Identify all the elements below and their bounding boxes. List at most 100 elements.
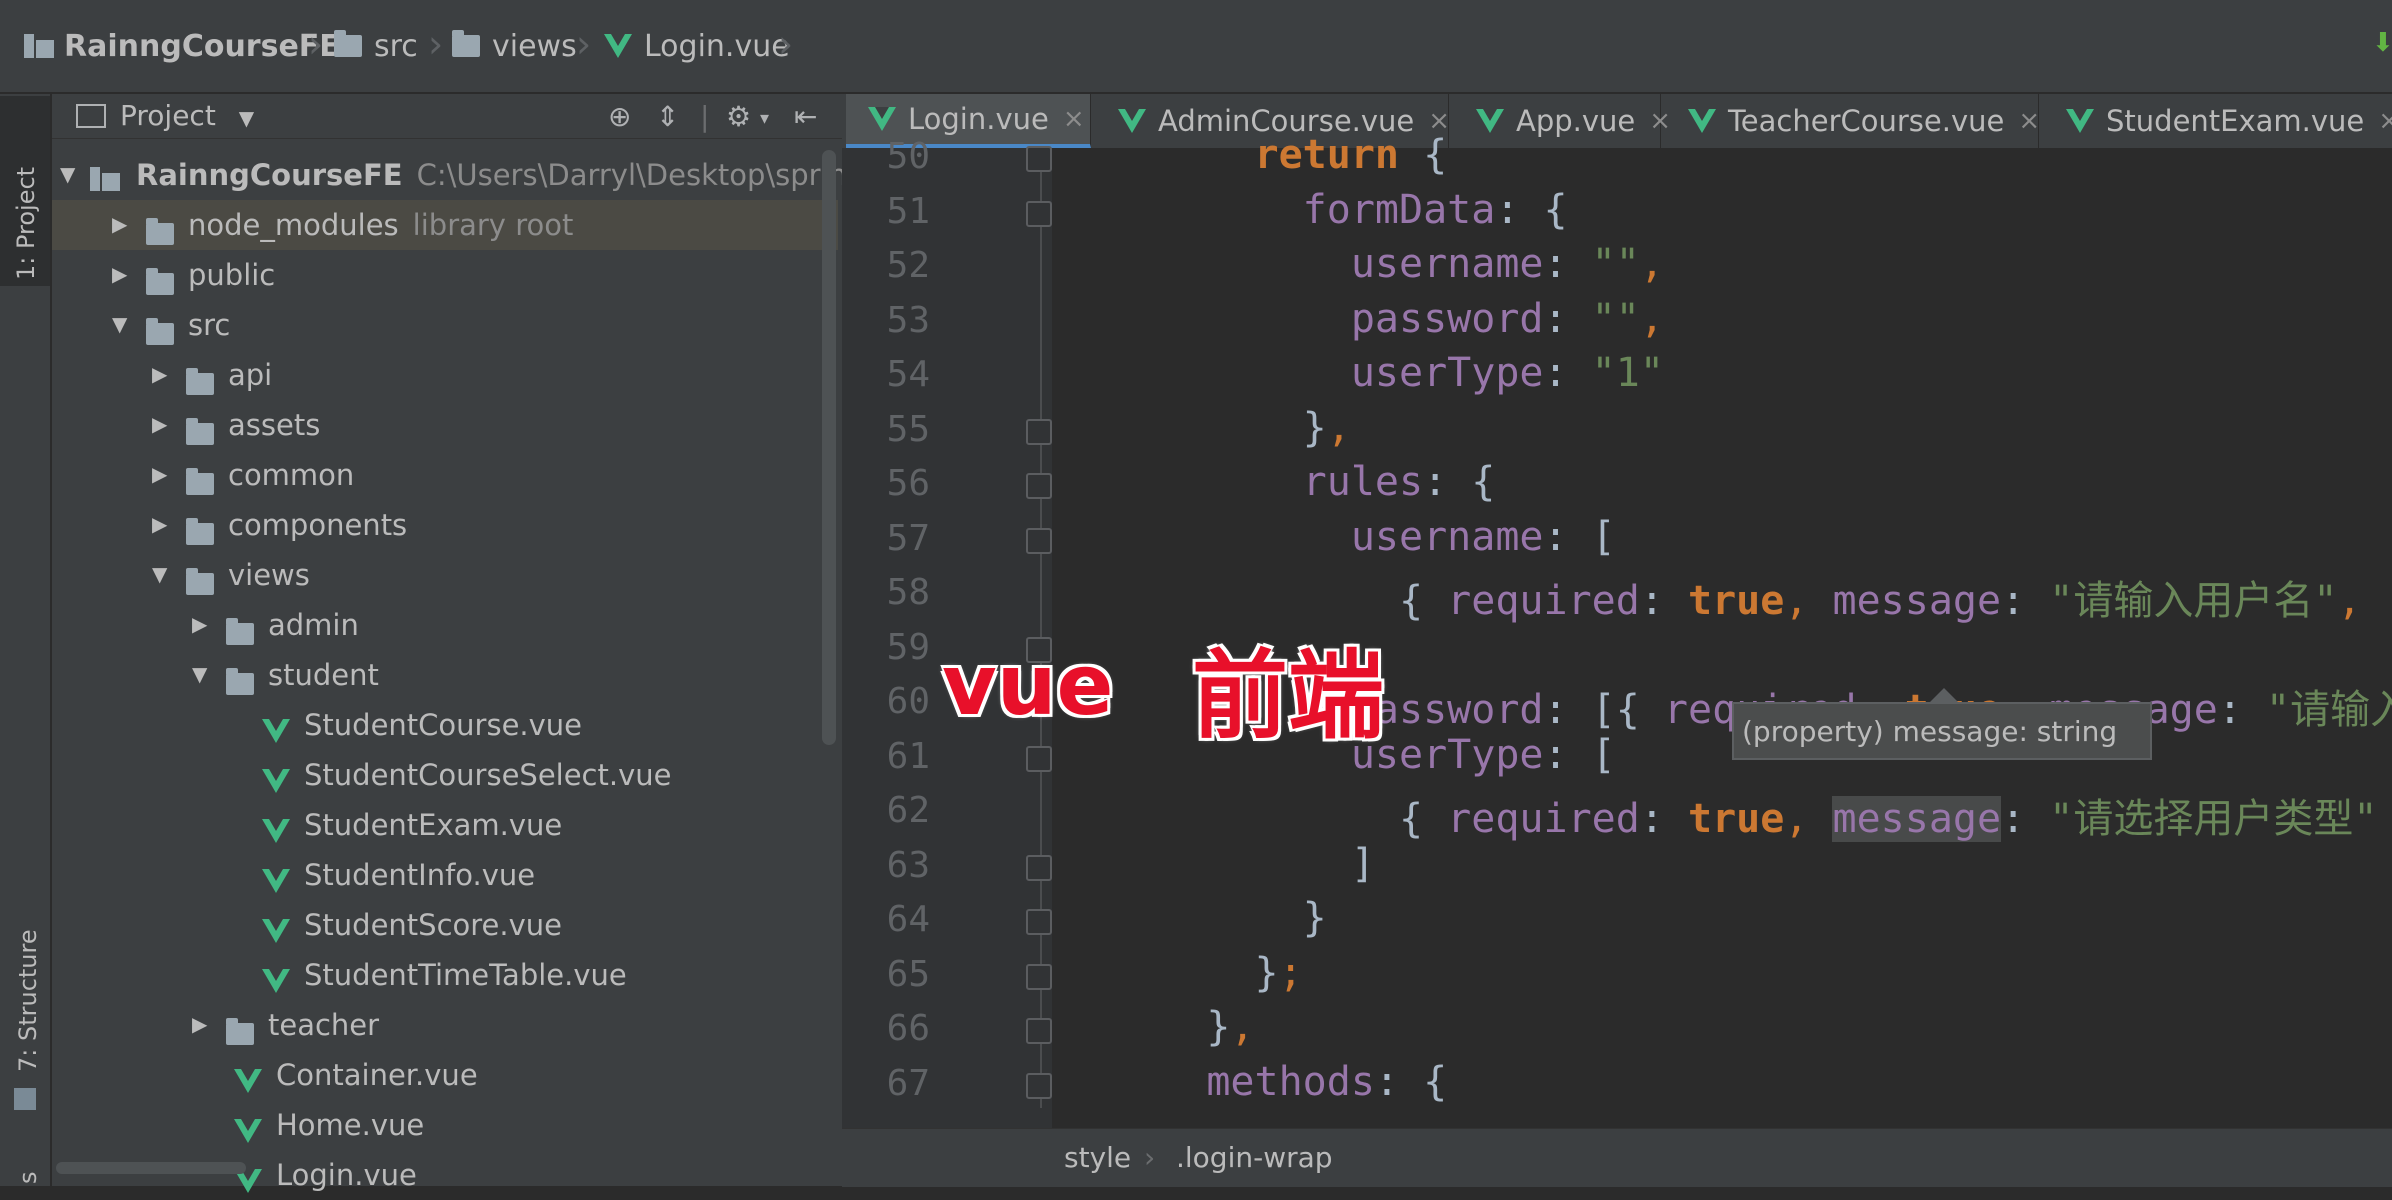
code-line[interactable]: username: "", bbox=[1110, 241, 1664, 287]
collapsed-arrow-icon[interactable]: ▶ bbox=[152, 512, 167, 536]
breadcrumb-src[interactable]: src bbox=[334, 26, 418, 66]
code-line[interactable]: }, bbox=[1110, 1004, 1254, 1050]
tree-item-common[interactable]: ▶ common bbox=[52, 450, 838, 500]
code-token: : { bbox=[1423, 459, 1496, 505]
locate-icon[interactable]: ⊕ bbox=[608, 100, 631, 133]
code-line[interactable]: ] bbox=[1110, 841, 1375, 887]
tab-teachercourse-vue[interactable]: TeacherCourse.vue × bbox=[1666, 94, 2040, 148]
code-token: : bbox=[1543, 350, 1592, 396]
tree-item-login-vue[interactable]: Login.vue bbox=[52, 1150, 838, 1200]
code-line[interactable]: rules: { bbox=[1110, 459, 1496, 505]
vue-file-icon bbox=[262, 766, 302, 800]
close-icon[interactable]: × bbox=[2018, 106, 2040, 136]
vue-file-icon bbox=[262, 716, 302, 750]
breadcrumb-label: RainngCourseFE bbox=[64, 28, 340, 64]
fold-marker-icon[interactable] bbox=[1026, 963, 1052, 992]
tree-item-container-vue[interactable]: Container.vue bbox=[52, 1050, 838, 1100]
tool-window-tab-structure[interactable]: 7: Structure bbox=[0, 920, 50, 1120]
tab-studentexam-vue[interactable]: StudentExam.vue × bbox=[2044, 94, 2392, 148]
code-line[interactable]: password: "", bbox=[1110, 296, 1664, 342]
tree-item-studentscore-vue[interactable]: StudentScore.vue bbox=[52, 900, 838, 950]
fold-marker-icon[interactable] bbox=[1026, 473, 1052, 501]
code-line[interactable]: } bbox=[1110, 895, 1327, 941]
code-line[interactable]: username: [ bbox=[1110, 514, 1616, 560]
code-line[interactable]: formData: { bbox=[1110, 187, 1568, 233]
expanded-arrow-icon[interactable]: ▼ bbox=[192, 662, 207, 686]
gear-icon[interactable]: ⚙ bbox=[726, 100, 751, 133]
tree-item-admin[interactable]: ▶ admin bbox=[52, 600, 838, 650]
tree-item-src[interactable]: ▼ src bbox=[52, 300, 838, 350]
fold-marker-icon[interactable] bbox=[1026, 146, 1052, 174]
collapsed-arrow-icon[interactable]: ▶ bbox=[192, 1012, 207, 1036]
folder-icon bbox=[186, 468, 226, 502]
tree-item-studentcourse-vue[interactable]: StudentCourse.vue bbox=[52, 700, 838, 750]
code-line[interactable]: return { bbox=[1110, 132, 1447, 178]
tree-item-node-modules[interactable]: ▶ node_modules library root bbox=[52, 200, 838, 250]
collapsed-arrow-icon[interactable]: ▶ bbox=[152, 462, 167, 486]
breadcrumb-views[interactable]: views bbox=[452, 26, 577, 66]
breadcrumb-project[interactable]: RainngCourseFE bbox=[24, 26, 340, 66]
expanded-arrow-icon[interactable]: ▼ bbox=[152, 562, 167, 586]
tree-item-public[interactable]: ▶ public bbox=[52, 250, 838, 300]
fold-marker-icon[interactable] bbox=[1026, 745, 1052, 774]
folder-icon bbox=[226, 1018, 266, 1052]
breadcrumb-file[interactable]: Login.vue bbox=[604, 26, 790, 66]
tree-item-studentexam-vue[interactable]: StudentExam.vue bbox=[52, 800, 838, 850]
tree-item-label: node_modules library root bbox=[188, 208, 573, 242]
collapsed-arrow-icon[interactable]: ▶ bbox=[112, 262, 127, 286]
tree-item-components[interactable]: ▶ components bbox=[52, 500, 838, 550]
code-token: { bbox=[1110, 796, 1448, 842]
tree-item-studenttimetable-vue[interactable]: StudentTimeTable.vue bbox=[52, 950, 838, 1000]
expanded-arrow-icon[interactable]: ▼ bbox=[60, 162, 75, 186]
close-icon[interactable]: × bbox=[2378, 106, 2392, 136]
code-token: required bbox=[1447, 796, 1640, 842]
hide-panel-icon[interactable]: ⇤ bbox=[794, 100, 817, 133]
collapse-all-icon[interactable]: ⇕ bbox=[656, 100, 679, 133]
tab-app-vue[interactable]: App.vue × bbox=[1454, 94, 1671, 148]
code-line[interactable]: }; bbox=[1110, 950, 1302, 996]
project-view-selector[interactable]: Project ▼ bbox=[120, 99, 254, 132]
code-line[interactable]: }, bbox=[1110, 405, 1351, 451]
editor-breadcrumb-item[interactable]: style bbox=[1064, 1141, 1131, 1174]
folder-icon bbox=[146, 318, 186, 352]
tree-item-views[interactable]: ▼ views bbox=[52, 550, 838, 600]
code-line[interactable]: methods: { bbox=[1110, 1059, 1447, 1105]
tree-vertical-scrollbar[interactable] bbox=[822, 150, 836, 745]
folder-icon bbox=[146, 268, 186, 302]
tree-item-rainngcoursefe[interactable]: ▼ RainngCourseFE C:\Users\Darryl\Desktop\s… bbox=[52, 150, 884, 200]
code-token: username bbox=[1110, 513, 1544, 560]
collapsed-arrow-icon[interactable]: ▶ bbox=[192, 612, 207, 636]
close-icon[interactable]: × bbox=[1063, 104, 1085, 134]
code-line[interactable]: { required: true, message: "请选择用户类型" bbox=[1110, 786, 2377, 844]
tree-item-home-vue[interactable]: Home.vue bbox=[52, 1100, 838, 1150]
collapsed-arrow-icon[interactable]: ▶ bbox=[112, 212, 127, 236]
collapsed-arrow-icon[interactable]: ▶ bbox=[152, 412, 167, 436]
tree-item-api[interactable]: ▶ api bbox=[52, 350, 838, 400]
editor-breadcrumb-item[interactable]: .login-wrap bbox=[1176, 1141, 1333, 1174]
tool-window-tab-project[interactable]: 1: Project bbox=[0, 96, 50, 286]
folder-icon bbox=[186, 368, 226, 402]
fold-marker-icon[interactable] bbox=[1026, 909, 1052, 937]
collapsed-arrow-icon[interactable]: ▶ bbox=[152, 362, 167, 386]
expanded-arrow-icon[interactable]: ▼ bbox=[112, 312, 127, 336]
code-line[interactable]: userType: "1" bbox=[1110, 350, 1664, 396]
fold-marker-icon[interactable] bbox=[1026, 1018, 1052, 1046]
tree-item-studentinfo-vue[interactable]: StudentInfo.vue bbox=[52, 850, 838, 900]
fold-marker-icon[interactable] bbox=[1026, 1072, 1052, 1101]
overlay-text-frontend: 前端 bbox=[1192, 640, 1384, 752]
fold-marker-icon[interactable] bbox=[1026, 854, 1052, 883]
tree-item-student[interactable]: ▼ student bbox=[52, 650, 838, 700]
tree-item-teacher[interactable]: ▶ teacher bbox=[52, 1000, 838, 1050]
fold-marker-icon[interactable] bbox=[1026, 527, 1052, 556]
update-arrow-icon[interactable]: ⬇ bbox=[2372, 28, 2392, 58]
project-view-icon[interactable] bbox=[76, 104, 106, 128]
tree-item-assets[interactable]: ▶ assets bbox=[52, 400, 838, 450]
chevron-down-icon[interactable]: ▾ bbox=[760, 108, 769, 129]
tree-item-hint: C:\Users\Darryl\Desktop\springb bbox=[416, 158, 884, 192]
tool-window-tab-bottom[interactable]: s bbox=[0, 1150, 50, 1186]
tree-horizontal-scrollbar[interactable] bbox=[56, 1162, 246, 1174]
tree-item-studentcourseselect-vue[interactable]: StudentCourseSelect.vue bbox=[52, 750, 838, 800]
folder-icon bbox=[186, 518, 226, 552]
fold-marker-icon[interactable] bbox=[1026, 418, 1052, 447]
fold-marker-icon[interactable] bbox=[1026, 200, 1052, 229]
